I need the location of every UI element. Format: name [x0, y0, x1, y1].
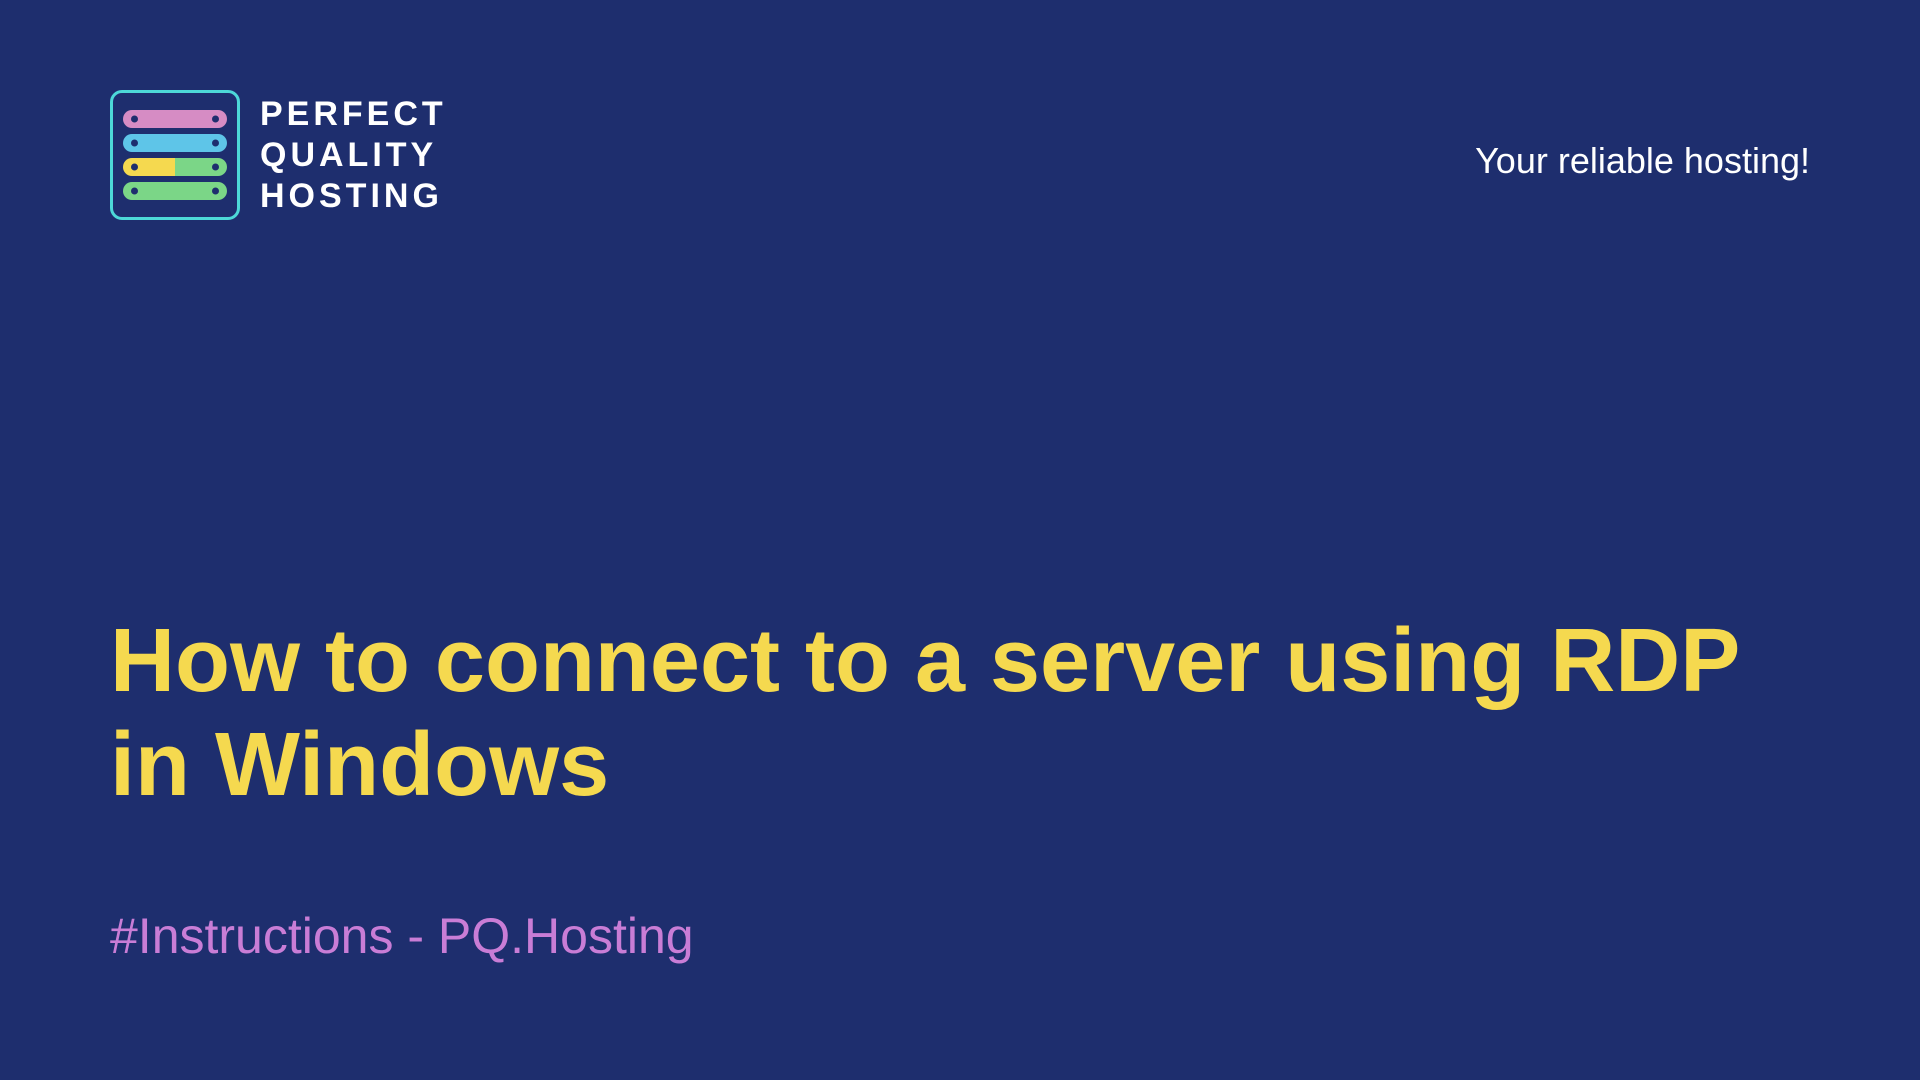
logo-word-1: PERFECT	[260, 95, 447, 134]
logo-word-2: QUALITY	[260, 136, 447, 175]
server-bar-icon	[123, 182, 227, 200]
server-bar-icon	[123, 110, 227, 128]
page-title: How to connect to a server using RDP in …	[110, 610, 1810, 817]
logo-text: PERFECT QUALITY HOSTING	[260, 95, 447, 216]
logo-word-3: HOSTING	[260, 177, 447, 216]
logo-container: PERFECT QUALITY HOSTING	[110, 90, 447, 220]
server-bar-icon	[123, 134, 227, 152]
tagline: Your reliable hosting!	[1475, 140, 1810, 182]
content: How to connect to a server using RDP in …	[110, 610, 1810, 965]
header: PERFECT QUALITY HOSTING Your reliable ho…	[0, 0, 1920, 220]
server-bar-icon	[123, 158, 227, 176]
subtitle: #Instructions - PQ.Hosting	[110, 907, 1810, 965]
logo-icon	[110, 90, 240, 220]
